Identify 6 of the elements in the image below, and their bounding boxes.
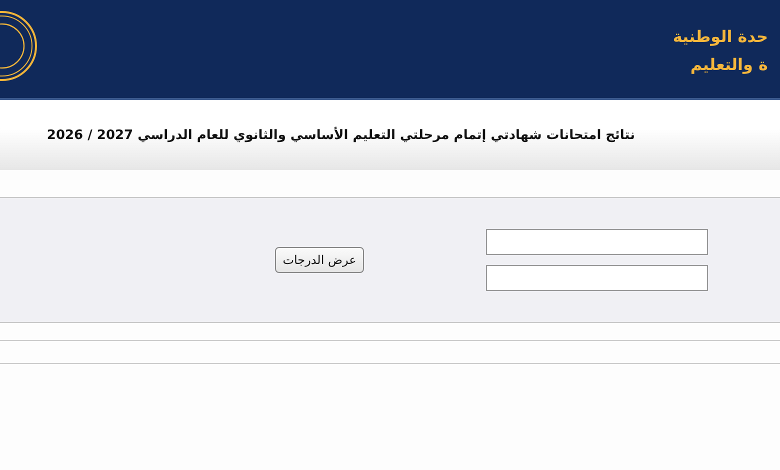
show-grades-button[interactable]: عرض الدرجات: [275, 247, 364, 273]
header-title: حدة الوطنية: [672, 26, 768, 48]
input-field[interactable]: [486, 229, 708, 255]
page-title: نتائج امتحانات شهادتي إتمام مرحلتي التعليم الأساسي والثانوي للعام الدراسي 2027 / 2026: [46, 128, 635, 142]
header-title: ة والتعليم: [690, 54, 768, 76]
input-field[interactable]: [486, 265, 708, 291]
